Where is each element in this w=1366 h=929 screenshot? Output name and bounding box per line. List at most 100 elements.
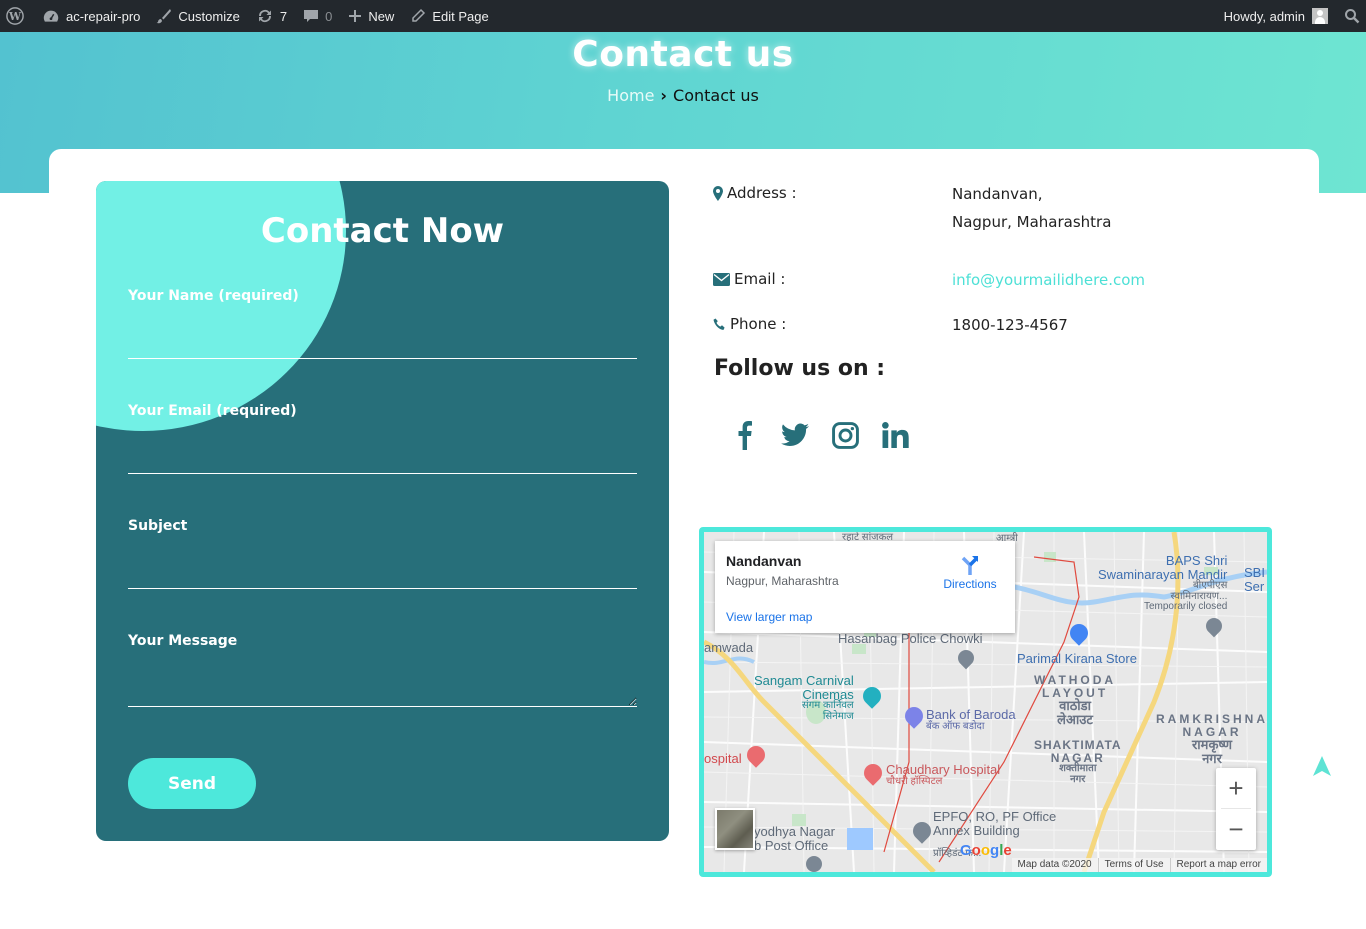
message-textarea[interactable] — [128, 663, 637, 707]
new-label: New — [368, 8, 395, 24]
updates-icon — [256, 8, 274, 24]
zoom-in-button[interactable]: + — [1216, 768, 1256, 808]
subject-field-group: Subject — [128, 518, 637, 589]
subject-input[interactable] — [128, 559, 637, 589]
phone-label-group: Phone : — [713, 315, 786, 333]
directions-icon — [933, 553, 1007, 577]
breadcrumb-current: Contact us — [673, 86, 759, 105]
map-label: BAPS Shri Swaminarayan Mandir बीएपीएस स्… — [1098, 553, 1228, 613]
email-field-group: Your Email (required) — [128, 403, 637, 474]
admin-bar: W ac-repair-pro Customize 7 0 New Edit P… — [0, 0, 1366, 32]
map-zoom-control: + − — [1216, 768, 1256, 850]
customize-link[interactable]: Customize — [148, 0, 247, 32]
map-label: SBI Ser — [1244, 565, 1265, 594]
map-label: Chaudhary Hospital चौधरी हॉस्पिटल — [886, 762, 1001, 787]
address-label-group: Address : — [713, 184, 797, 202]
follow-us-heading: Follow us on : — [714, 356, 886, 381]
plus-icon — [348, 9, 362, 23]
comments-count: 0 — [325, 8, 333, 24]
map-label: Parimal Kirana Store — [1017, 651, 1137, 666]
map-marker-icon — [713, 185, 723, 201]
breadcrumb-home-link[interactable]: Home — [607, 86, 654, 105]
email-label: Email : — [734, 270, 786, 288]
map-place-address: Nagpur, Maharashtra — [726, 574, 839, 588]
name-field-group: Your Name (required) — [128, 288, 637, 359]
map-label: Bank of Baroda बँक ऑफ बडोदा — [926, 707, 1016, 732]
address-line-1: Nandanvan, — [952, 185, 1043, 203]
map-label: amwada — [704, 640, 754, 655]
map-label: Sangam Carnival Cinemas संगम कार्निवल सि… — [754, 673, 854, 722]
breadcrumb: Home › Contact us — [0, 86, 1366, 105]
email-link[interactable]: info@yourmailidhere.com — [952, 266, 1145, 294]
map-label: yodhya Nagar b Post Office — [754, 824, 835, 853]
map-data-attribution: Map data ©2020 — [1017, 859, 1092, 870]
social-links — [720, 416, 920, 454]
contact-form-panel: Contact Now Your Name (required) Your Em… — [96, 181, 669, 841]
facebook-link[interactable] — [720, 416, 770, 454]
view-larger-map-link[interactable]: View larger map — [726, 610, 812, 624]
updates-link[interactable]: 7 — [248, 0, 295, 32]
arrow-up-icon — [1313, 756, 1331, 776]
message-label: Your Message — [128, 633, 238, 649]
site-name-link[interactable]: ac-repair-pro — [34, 0, 148, 32]
directions-button[interactable]: Directions — [933, 553, 1007, 591]
phone-icon — [713, 318, 726, 331]
google-logo: Google — [960, 842, 1012, 859]
page-title: Contact us — [572, 34, 794, 75]
phone-label: Phone : — [730, 315, 787, 333]
svg-text:W: W — [8, 10, 22, 23]
scroll-to-top-button[interactable] — [1311, 755, 1333, 777]
my-account-link[interactable]: Howdy, admin — [1216, 0, 1336, 32]
twitter-icon — [781, 423, 809, 447]
map-label: RAMKRISHNA NAGAR रामकृष्ण नगर — [1156, 712, 1268, 766]
map-place-card: Nandanvan Nagpur, Maharashtra View large… — [715, 541, 1015, 633]
linkedin-link[interactable] — [870, 416, 920, 454]
edit-page-link[interactable]: Edit Page — [402, 0, 496, 32]
email-label: Your Email (required) — [128, 403, 297, 419]
terms-of-use-link[interactable]: Terms of Use — [1097, 858, 1170, 872]
customize-label: Customize — [178, 8, 240, 24]
subject-label: Subject — [128, 518, 188, 534]
send-button[interactable]: Send — [128, 758, 256, 809]
post-office-pin-icon[interactable] — [806, 856, 822, 872]
map-label: WATHODA LAYOUT वाठोडा लेआउट — [1034, 673, 1117, 727]
email-label-group: Email : — [713, 270, 785, 288]
map-label: SHAKTIMATA NAGAR शक्तीमाता नगर — [1034, 738, 1122, 785]
instagram-link[interactable] — [820, 416, 870, 454]
twitter-link[interactable] — [770, 416, 820, 454]
zoom-out-button[interactable]: − — [1216, 809, 1256, 849]
form-title: Contact Now — [260, 211, 505, 251]
name-label: Your Name (required) — [128, 288, 299, 304]
satellite-view-toggle[interactable] — [715, 808, 755, 850]
linkedin-icon — [881, 422, 909, 448]
google-map-embed[interactable]: रहाटे सांजकल आम्त्री Hasanbag Police Cho… — [699, 527, 1272, 877]
edit-page-label: Edit Page — [432, 8, 489, 24]
email-input[interactable] — [128, 444, 637, 474]
address-value: Nandanvan, Nagpur, Maharashtra — [952, 180, 1111, 236]
avatar — [1312, 8, 1328, 24]
new-content-link[interactable]: New — [340, 0, 402, 32]
wordpress-icon: W — [6, 7, 24, 25]
phone-value: 1800-123-4567 — [952, 316, 1068, 334]
wordpress-logo-button[interactable]: W — [0, 0, 34, 32]
directions-label: Directions — [943, 577, 997, 591]
site-name: ac-repair-pro — [66, 8, 141, 24]
search-icon — [1344, 8, 1360, 24]
name-input[interactable] — [128, 329, 637, 359]
comments-link[interactable]: 0 — [295, 0, 340, 32]
report-map-error-link[interactable]: Report a map error — [1169, 858, 1267, 872]
map-footer: Map data ©2020 Terms of Use Report a map… — [1011, 858, 1267, 872]
instagram-icon — [831, 421, 859, 449]
search-button[interactable] — [1336, 0, 1366, 32]
comment-icon — [303, 8, 319, 24]
facebook-icon — [738, 420, 752, 450]
message-field-group: Your Message — [128, 633, 637, 707]
address-line-2: Nagpur, Maharashtra — [952, 213, 1112, 231]
envelope-icon — [713, 272, 730, 286]
chevron-right-icon: › — [660, 86, 668, 105]
dashboard-icon — [42, 8, 60, 24]
map-place-name: Nandanvan — [726, 553, 802, 569]
map-label: ospital — [704, 751, 742, 766]
updates-count: 7 — [279, 8, 288, 24]
pencil-icon — [410, 8, 426, 24]
